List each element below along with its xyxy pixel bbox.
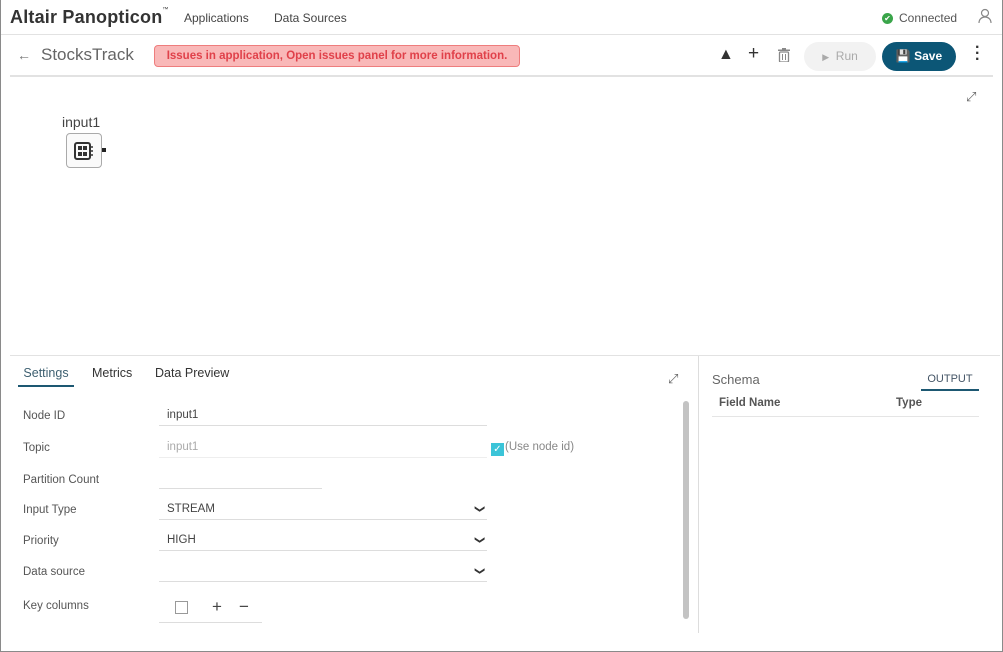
run-button[interactable]: ▶ Run xyxy=(804,42,876,71)
nav-applications[interactable]: Applications xyxy=(184,11,249,25)
column-header-type: Type xyxy=(896,397,922,409)
tab-metrics[interactable]: Metrics xyxy=(92,366,132,380)
floppy-icon: 💾 xyxy=(895,49,911,63)
logo[interactable]: Altair Panopticon™ xyxy=(10,7,169,28)
schema-header-divider xyxy=(712,416,979,417)
partition-count-input[interactable] xyxy=(159,467,322,489)
tab-data-preview[interactable]: Data Preview xyxy=(155,366,229,380)
input-type-select[interactable]: STREAM ❯ xyxy=(159,498,487,520)
schema-title: Schema xyxy=(712,372,760,387)
add-key-column-icon[interactable]: + xyxy=(212,597,222,617)
chevron-down-icon: ❯ xyxy=(473,535,485,545)
top-bar: Altair Panopticon™ Applications Data Sou… xyxy=(0,0,1003,35)
data-source-label: Data source xyxy=(23,566,86,578)
more-menu-icon[interactable]: · · · xyxy=(975,40,980,68)
expand-canvas-icon[interactable]: ⤢ xyxy=(966,89,976,105)
input-type-label: Input Type xyxy=(23,504,77,516)
key-columns-underline xyxy=(159,622,262,623)
save-button[interactable]: 💾 Save xyxy=(882,42,956,71)
divider xyxy=(10,75,993,77)
priority-label: Priority xyxy=(23,535,59,547)
chevron-down-icon: ❯ xyxy=(473,566,485,576)
warning-icon[interactable]: ▲ xyxy=(718,46,734,64)
input-node-icon xyxy=(74,142,93,160)
app-title: StocksTrack xyxy=(41,45,134,64)
user-icon[interactable] xyxy=(978,8,992,28)
status-text: Connected xyxy=(899,11,958,25)
chevron-down-icon: ❯ xyxy=(473,504,485,514)
remove-key-column-icon[interactable]: − xyxy=(239,597,249,617)
partition-count-label: Partition Count xyxy=(23,474,100,486)
topic-input[interactable]: input1 xyxy=(159,436,487,458)
key-columns-label: Key columns xyxy=(23,600,89,612)
input-node[interactable] xyxy=(66,133,102,168)
use-node-id-label: (Use node id) xyxy=(505,441,575,453)
settings-scrollbar[interactable] xyxy=(683,401,689,619)
connection-status: ✔ Connected xyxy=(882,11,957,25)
topic-label: Topic xyxy=(23,442,50,454)
expand-panel-icon[interactable]: ⤢ xyxy=(668,371,678,387)
node-id-input[interactable]: input1 xyxy=(159,404,487,426)
panel-divider xyxy=(10,355,1000,356)
use-node-id-checkbox[interactable]: ✓ xyxy=(491,443,504,456)
issues-banner[interactable]: Issues in application, Open issues panel… xyxy=(154,45,520,67)
tab-output[interactable]: OUTPUT xyxy=(921,373,979,391)
node-label: input1 xyxy=(62,114,101,130)
data-source-select[interactable]: ❯ xyxy=(159,560,487,582)
window-frame xyxy=(0,0,1003,652)
output-port[interactable] xyxy=(102,148,106,152)
key-columns-checkbox[interactable] xyxy=(175,601,188,614)
check-circle-icon: ✔ xyxy=(882,12,893,24)
panel-vertical-divider xyxy=(698,356,699,633)
trash-icon[interactable] xyxy=(778,48,790,67)
play-icon: ▶ xyxy=(822,52,830,62)
priority-select[interactable]: HIGH ❯ xyxy=(159,529,487,551)
tab-settings[interactable]: Settings xyxy=(18,366,74,387)
back-arrow-icon[interactable]: ← xyxy=(17,47,31,63)
add-icon[interactable]: + xyxy=(748,43,759,65)
node-id-label: Node ID xyxy=(23,410,66,422)
nav-data-sources[interactable]: Data Sources xyxy=(274,11,347,25)
column-header-field-name: Field Name xyxy=(719,397,781,409)
